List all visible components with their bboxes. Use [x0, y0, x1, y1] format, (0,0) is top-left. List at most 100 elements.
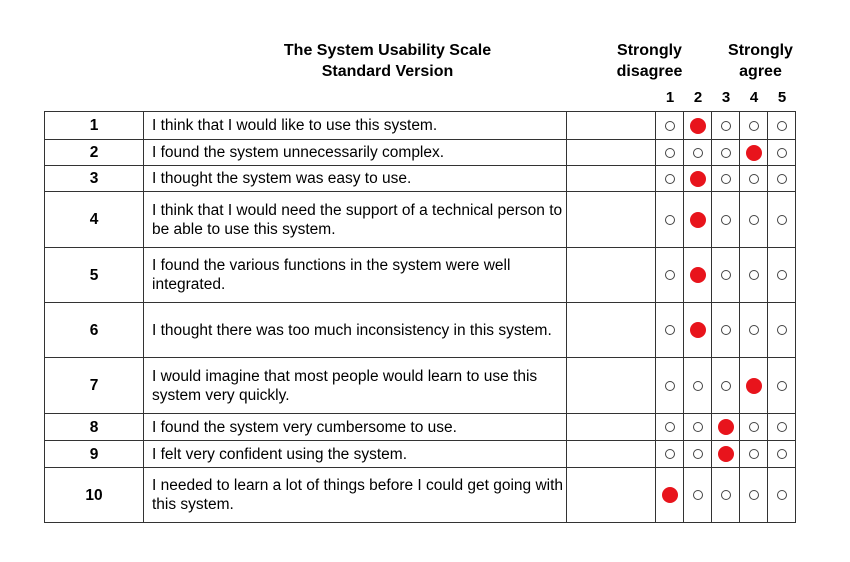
- rating-option-4[interactable]: [739, 247, 768, 303]
- radio-empty-icon[interactable]: [720, 270, 731, 281]
- rating-option-3[interactable]: [711, 165, 740, 192]
- radio-empty-icon[interactable]: [720, 173, 731, 184]
- rating-option-5[interactable]: [767, 413, 796, 441]
- radio-empty-icon[interactable]: [664, 173, 675, 184]
- radio-empty-icon[interactable]: [720, 147, 731, 158]
- rating-option-4[interactable]: [739, 191, 768, 248]
- radio-empty-icon[interactable]: [720, 120, 731, 131]
- rating-option-2[interactable]: [683, 165, 712, 192]
- radio-empty-icon[interactable]: [748, 325, 759, 336]
- rating-option-4[interactable]: [739, 111, 768, 140]
- radio-empty-icon[interactable]: [776, 380, 787, 391]
- rating-option-5[interactable]: [767, 247, 796, 303]
- radio-selected-icon[interactable]: [717, 446, 734, 463]
- rating-option-4[interactable]: [739, 165, 768, 192]
- radio-empty-icon[interactable]: [692, 147, 703, 158]
- rating-option-1[interactable]: [655, 440, 684, 468]
- radio-empty-icon[interactable]: [692, 449, 703, 460]
- rating-option-1[interactable]: [655, 357, 684, 414]
- radio-selected-icon[interactable]: [689, 267, 706, 284]
- radio-empty-icon[interactable]: [664, 270, 675, 281]
- rating-option-3[interactable]: [711, 413, 740, 441]
- rating-option-1[interactable]: [655, 165, 684, 192]
- radio-empty-icon[interactable]: [664, 325, 675, 336]
- radio-empty-icon[interactable]: [692, 380, 703, 391]
- radio-empty-icon[interactable]: [748, 449, 759, 460]
- radio-empty-icon[interactable]: [692, 422, 703, 433]
- rating-option-3[interactable]: [711, 139, 740, 166]
- rating-option-3[interactable]: [711, 302, 740, 358]
- rating-option-5[interactable]: [767, 111, 796, 140]
- radio-empty-icon[interactable]: [664, 422, 675, 433]
- radio-selected-icon[interactable]: [689, 117, 706, 134]
- rating-option-2[interactable]: [683, 139, 712, 166]
- radio-empty-icon[interactable]: [748, 120, 759, 131]
- rating-option-2[interactable]: [683, 440, 712, 468]
- radio-empty-icon[interactable]: [664, 214, 675, 225]
- rating-option-1[interactable]: [655, 111, 684, 140]
- rating-option-1[interactable]: [655, 247, 684, 303]
- radio-empty-icon[interactable]: [720, 490, 731, 501]
- radio-empty-icon[interactable]: [748, 490, 759, 501]
- rating-option-5[interactable]: [767, 467, 796, 523]
- rating-option-4[interactable]: [739, 440, 768, 468]
- radio-empty-icon[interactable]: [748, 214, 759, 225]
- radio-empty-icon[interactable]: [748, 173, 759, 184]
- rating-option-5[interactable]: [767, 165, 796, 192]
- rating-option-5[interactable]: [767, 440, 796, 468]
- rating-option-4[interactable]: [739, 302, 768, 358]
- radio-selected-icon[interactable]: [689, 170, 706, 187]
- radio-empty-icon[interactable]: [776, 173, 787, 184]
- radio-selected-icon[interactable]: [689, 322, 706, 339]
- rating-option-3[interactable]: [711, 440, 740, 468]
- radio-selected-icon[interactable]: [661, 487, 678, 504]
- radio-selected-icon[interactable]: [689, 211, 706, 228]
- radio-empty-icon[interactable]: [776, 120, 787, 131]
- radio-empty-icon[interactable]: [720, 214, 731, 225]
- rating-option-3[interactable]: [711, 247, 740, 303]
- rating-option-5[interactable]: [767, 357, 796, 414]
- radio-empty-icon[interactable]: [776, 449, 787, 460]
- radio-empty-icon[interactable]: [664, 380, 675, 391]
- radio-empty-icon[interactable]: [692, 490, 703, 501]
- radio-empty-icon[interactable]: [776, 490, 787, 501]
- rating-option-2[interactable]: [683, 467, 712, 523]
- radio-empty-icon[interactable]: [720, 325, 731, 336]
- rating-option-1[interactable]: [655, 302, 684, 358]
- rating-option-3[interactable]: [711, 191, 740, 248]
- rating-option-2[interactable]: [683, 357, 712, 414]
- rating-option-1[interactable]: [655, 139, 684, 166]
- radio-empty-icon[interactable]: [776, 325, 787, 336]
- radio-empty-icon[interactable]: [664, 120, 675, 131]
- rating-option-3[interactable]: [711, 111, 740, 140]
- radio-selected-icon[interactable]: [717, 419, 734, 436]
- radio-empty-icon[interactable]: [748, 422, 759, 433]
- rating-option-4[interactable]: [739, 357, 768, 414]
- rating-option-2[interactable]: [683, 111, 712, 140]
- rating-option-5[interactable]: [767, 139, 796, 166]
- rating-option-2[interactable]: [683, 247, 712, 303]
- radio-selected-icon[interactable]: [745, 377, 762, 394]
- rating-option-5[interactable]: [767, 302, 796, 358]
- rating-option-1[interactable]: [655, 467, 684, 523]
- radio-empty-icon[interactable]: [776, 214, 787, 225]
- rating-option-2[interactable]: [683, 413, 712, 441]
- rating-option-3[interactable]: [711, 357, 740, 414]
- rating-option-2[interactable]: [683, 302, 712, 358]
- rating-option-5[interactable]: [767, 191, 796, 248]
- rating-option-2[interactable]: [683, 191, 712, 248]
- rating-option-1[interactable]: [655, 413, 684, 441]
- rating-option-4[interactable]: [739, 467, 768, 523]
- radio-empty-icon[interactable]: [776, 147, 787, 158]
- rating-option-3[interactable]: [711, 467, 740, 523]
- radio-selected-icon[interactable]: [745, 144, 762, 161]
- radio-empty-icon[interactable]: [748, 270, 759, 281]
- radio-empty-icon[interactable]: [776, 422, 787, 433]
- rating-option-4[interactable]: [739, 413, 768, 441]
- rating-option-1[interactable]: [655, 191, 684, 248]
- radio-empty-icon[interactable]: [776, 270, 787, 281]
- radio-empty-icon[interactable]: [664, 449, 675, 460]
- radio-empty-icon[interactable]: [664, 147, 675, 158]
- rating-option-4[interactable]: [739, 139, 768, 166]
- radio-empty-icon[interactable]: [720, 380, 731, 391]
